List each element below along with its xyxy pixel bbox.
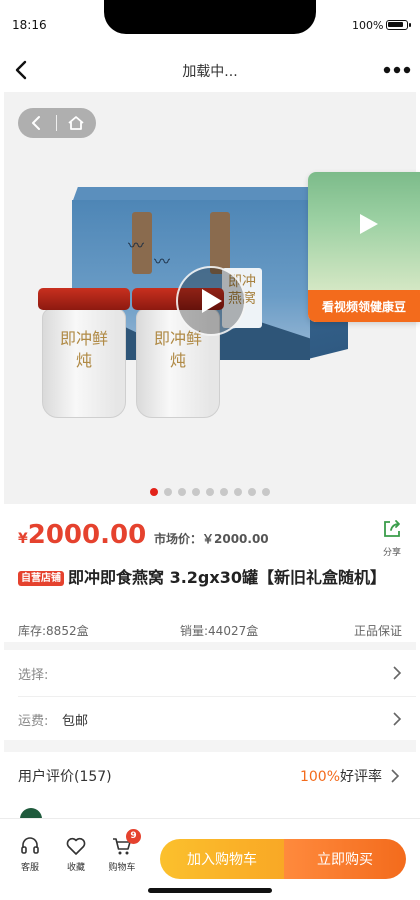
reviews-header[interactable]: 用户评价(157) 100%好评率	[4, 752, 416, 798]
cart-button[interactable]: 9 购物车	[102, 829, 142, 873]
authentic-guarantee: 正品保证	[353, 624, 402, 638]
gallery-dot[interactable]	[150, 488, 158, 496]
price-symbol: ¥	[18, 531, 28, 547]
gallery-dot[interactable]	[178, 488, 186, 496]
customer-service-button[interactable]: 客服	[10, 835, 50, 873]
section-gap	[4, 740, 416, 752]
play-icon	[202, 289, 222, 313]
price-row: ¥2000.00 市场价：￥2000.00 分享	[0, 504, 420, 564]
swallow-icon: 〰	[128, 236, 145, 255]
buy-now-button[interactable]: 立即购买	[284, 839, 406, 879]
share-label: 分享	[382, 548, 401, 558]
more-button[interactable]	[382, 62, 412, 78]
battery-percent: 100%	[352, 19, 384, 32]
price-value: 2000.00	[27, 520, 147, 550]
cart-count-badge: 9	[126, 829, 141, 844]
reviews-title: 用户评价(157)	[18, 769, 112, 785]
product-title-block: 自营店铺 即冲即食燕窝 3.2gx30罐【新旧礼盒随机】	[18, 566, 408, 590]
gallery-dot[interactable]	[262, 488, 270, 496]
row-divider	[18, 696, 416, 697]
cart-label: 购物车	[108, 863, 136, 873]
status-time: 18:16	[12, 18, 47, 32]
jar-cap	[38, 288, 130, 310]
share-button[interactable]: 分享	[374, 518, 410, 558]
pill-home-button[interactable]	[57, 108, 95, 138]
home-indicator	[148, 888, 272, 893]
pill-back-button[interactable]	[18, 108, 56, 138]
shipping-row[interactable]: 运费: 包邮	[4, 696, 416, 742]
product-stats: 库存:8852盒 销量:44027盒 正品保证	[18, 622, 402, 642]
chevron-right-icon	[391, 769, 400, 783]
favorite-label: 收藏	[66, 863, 85, 873]
chevron-right-icon	[393, 666, 402, 680]
gift-box-handle	[210, 212, 230, 274]
phone-screen: 18:16 100% 加载中... 〰 〰 即冲燕窝 即冲鲜炖 即冲鲜炖 看视频…	[0, 0, 420, 900]
share-icon	[384, 520, 400, 537]
self-operated-badge: 自营店铺	[18, 571, 64, 586]
gallery-dot[interactable]	[248, 488, 256, 496]
jar-label-text: 即冲鲜炖	[153, 329, 202, 370]
jar-label-text: 即冲鲜炖	[59, 329, 108, 370]
shipping-value: 包邮	[62, 714, 89, 729]
gallery-dot[interactable]	[206, 488, 214, 496]
back-home-pill	[18, 108, 96, 138]
chevron-right-icon	[393, 712, 402, 726]
video-play-button[interactable]	[176, 266, 246, 336]
customer-service-label: 客服	[20, 863, 39, 873]
select-label: 选择:	[18, 668, 49, 683]
video-promo-card[interactable]: 看视频领健康豆	[308, 172, 420, 322]
gallery-dot[interactable]	[234, 488, 242, 496]
add-to-cart-button[interactable]: 加入购物车	[160, 839, 284, 879]
home-icon	[68, 116, 84, 130]
positive-rate-label: 好评率	[340, 769, 382, 785]
nav-header: 加载中...	[0, 48, 420, 92]
shipping-label: 运费:	[18, 714, 49, 729]
chevron-left-icon	[32, 116, 40, 130]
price: ¥2000.00	[18, 520, 146, 550]
select-option-row[interactable]: 选择:	[4, 650, 416, 696]
market-price: 市场价：￥2000.00	[154, 532, 269, 546]
positive-rate: 100%好评率	[300, 766, 382, 786]
heart-icon	[66, 837, 86, 855]
video-promo-text: 看视频领健康豆	[308, 290, 420, 322]
gallery-dot[interactable]	[192, 488, 200, 496]
sales-count: 销量:44027盒	[180, 624, 259, 638]
gallery-dot[interactable]	[164, 488, 172, 496]
product-title: 即冲即食燕窝 3.2gx30罐【新旧礼盒随机】	[68, 568, 386, 587]
status-bar: 18:16 100%	[0, 0, 420, 48]
video-thumbnail	[308, 172, 420, 290]
notch	[104, 0, 316, 34]
gallery-dot[interactable]	[220, 488, 228, 496]
page-title: 加载中...	[182, 64, 238, 80]
positive-rate-value: 100%	[299, 769, 340, 785]
swallow-icon: 〰	[154, 252, 171, 271]
favorite-button[interactable]: 收藏	[56, 835, 96, 873]
jar-left: 即冲鲜炖	[38, 288, 130, 418]
play-icon	[360, 214, 378, 234]
battery-icon	[386, 20, 411, 30]
stock-count: 库存:8852盒	[18, 624, 89, 638]
gallery-pagination	[4, 488, 416, 496]
headset-icon	[21, 837, 39, 854]
more-dots-icon	[383, 66, 411, 74]
